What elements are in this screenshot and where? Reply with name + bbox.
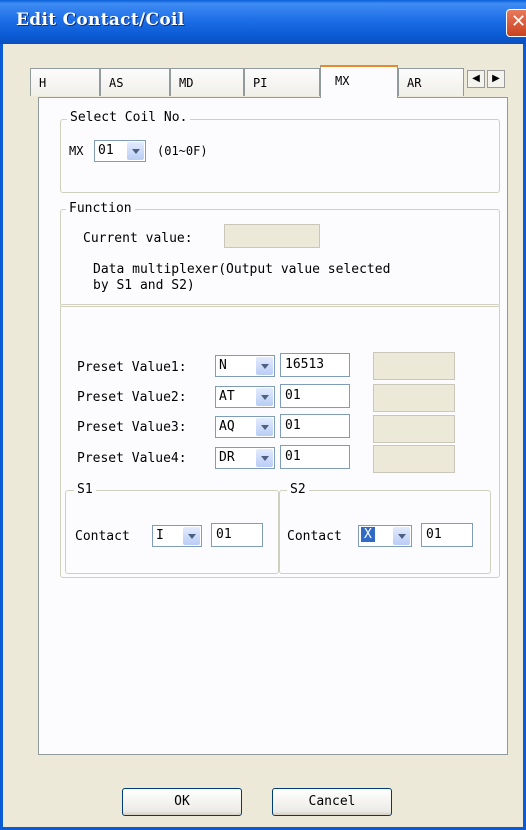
- preset-value2-input[interactable]: 01: [280, 384, 350, 408]
- preset-value4-extra: [373, 445, 455, 473]
- preset-value2-type-select[interactable]: AT: [215, 386, 275, 408]
- coil-number-select[interactable]: 01: [94, 140, 146, 162]
- tab-scroll-left-icon[interactable]: ◀: [467, 70, 485, 88]
- s2-contact-type: X: [361, 527, 375, 542]
- chevron-down-icon[interactable]: [256, 357, 273, 375]
- current-value-field: [224, 224, 320, 248]
- preset-value1-input[interactable]: 16513: [280, 353, 350, 377]
- s2-contact-number-input[interactable]: 01: [421, 523, 473, 547]
- chevron-down-icon[interactable]: [393, 527, 410, 545]
- tab-ar[interactable]: AR: [398, 68, 464, 96]
- preset-value1-type-select[interactable]: N: [215, 355, 275, 377]
- function-description-line1: Data multiplexer(Output value selected: [93, 262, 391, 277]
- coil-range: (01~0F): [157, 144, 208, 158]
- tab-scroll-right-icon[interactable]: ▶: [487, 70, 505, 88]
- ok-button[interactable]: OK: [122, 788, 242, 816]
- chevron-down-icon[interactable]: [127, 142, 144, 160]
- s1-contact-type-select[interactable]: I: [152, 525, 202, 547]
- preset-value2-extra: [373, 384, 455, 412]
- cancel-button[interactable]: Cancel: [272, 788, 392, 816]
- chevron-down-icon[interactable]: [256, 449, 273, 467]
- window-frame-left: [0, 44, 3, 830]
- window-title: Edit Contact/Coil: [16, 10, 185, 30]
- coil-prefix: MX: [69, 144, 84, 158]
- s1-contact-number-input[interactable]: 01: [211, 523, 263, 547]
- chevron-down-icon[interactable]: [256, 418, 273, 436]
- preset-value4-type: DR: [219, 450, 235, 465]
- s1-contact-label: Contact: [75, 529, 130, 544]
- preset-value3-extra: [373, 415, 455, 443]
- preset-value4-input[interactable]: 01: [280, 445, 350, 469]
- tab-pi[interactable]: PI: [244, 68, 320, 96]
- preset-value4-type-select[interactable]: DR: [215, 447, 275, 469]
- preset-value3-type-select[interactable]: AQ: [215, 416, 275, 438]
- close-button[interactable]: ✕: [506, 9, 526, 37]
- close-icon: ✕: [511, 11, 526, 32]
- coil-number-value: 01: [98, 143, 114, 158]
- s1-contact-type: I: [156, 528, 164, 543]
- preset-value3-type: AQ: [219, 419, 235, 434]
- preset-value1-extra: [373, 352, 455, 380]
- edit-contact-coil-dialog: Edit Contact/Coil ✕ H AS MD PI MX AR ◀ ▶…: [0, 0, 526, 830]
- preset-value4-label: Preset Value4:: [77, 451, 187, 466]
- function-description-line2: by S1 and S2): [93, 278, 195, 293]
- tab-md[interactable]: MD: [170, 68, 244, 96]
- preset-value1-label: Preset Value1:: [77, 360, 187, 375]
- tab-panel-mx: Select Coil No. MX 01 (01~0F) Function C…: [38, 97, 508, 755]
- preset-value2-type: AT: [219, 389, 235, 404]
- preset-value3-input[interactable]: 01: [280, 414, 350, 438]
- s2-legend: S2: [287, 482, 309, 497]
- preset-value3-label: Preset Value3:: [77, 420, 187, 435]
- tab-h[interactable]: H: [30, 68, 100, 96]
- function-legend: Function: [66, 201, 135, 216]
- select-coil-legend: Select Coil No.: [67, 110, 191, 125]
- current-value-label: Current value:: [83, 231, 193, 246]
- preset-value2-label: Preset Value2:: [77, 390, 187, 405]
- s1-legend: S1: [74, 482, 96, 497]
- s2-contact-type-select[interactable]: X: [358, 525, 412, 547]
- s2-contact-label: Contact: [287, 529, 342, 544]
- chevron-down-icon[interactable]: [256, 388, 273, 406]
- tab-scroll-arrows: ◀ ▶: [467, 70, 507, 88]
- tab-as[interactable]: AS: [100, 68, 170, 96]
- tab-mx[interactable]: MX: [320, 65, 398, 98]
- title-bar[interactable]: Edit Contact/Coil ✕: [0, 0, 526, 44]
- preset-value1-type: N: [219, 358, 227, 373]
- chevron-down-icon[interactable]: [183, 527, 200, 545]
